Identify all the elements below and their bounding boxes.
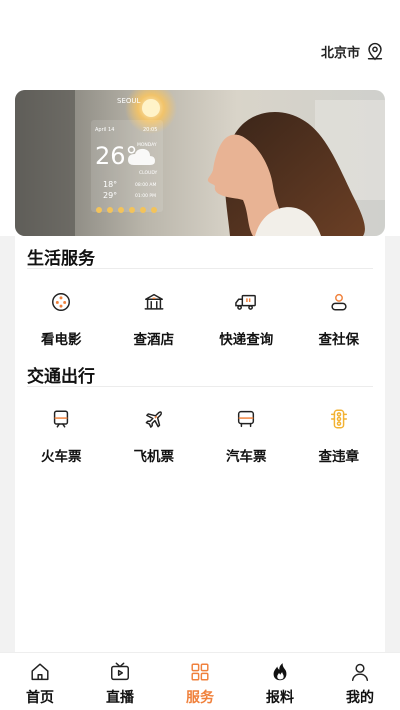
train-icon [49,407,73,431]
weather-city: SEOUL [117,97,140,105]
svg-text:01:00 PM: 01:00 PM [135,193,156,199]
svg-text:08:00 AM: 08:00 AM [135,182,156,188]
service-label: 火车票 [41,449,82,465]
section-title-life-services: 生活服务 [27,249,95,269]
svg-text:20:05: 20:05 [143,127,157,133]
location-selector[interactable]: 北京市 [321,40,386,62]
service-label: 查违章 [318,449,360,465]
bottom-tab-bar: 首页 直播 服务 报料 我的 [0,652,400,710]
service-label: 汽车票 [226,449,267,465]
service-flight-ticket[interactable]: 飞机票 [108,407,201,465]
tab-label: 直播 [106,690,134,706]
svg-text:CLOUDY: CLOUDY [139,170,158,176]
live-tv-icon [111,662,129,681]
service-label: 查社保 [318,332,360,348]
tab-label: 我的 [346,690,374,706]
service-express[interactable]: 快递查询 [200,290,293,348]
service-label: 看电影 [41,332,82,348]
service-label: 查酒店 [133,332,175,348]
tab-label: 首页 [26,690,54,706]
bus-icon [234,407,258,431]
transport-grid: 火车票 飞机票 汽车票 查违章 [15,407,385,465]
service-traffic-violation[interactable]: 查违章 [293,407,386,465]
service-hotel[interactable]: 查酒店 [108,290,201,348]
tab-live[interactable]: 直播 [80,653,160,710]
service-label: 快递查询 [219,332,274,348]
user-icon [351,663,369,681]
hotel-building-icon [142,290,166,314]
svg-text:MONDAY: MONDAY [137,142,157,148]
tab-services[interactable]: 服务 [160,653,240,710]
traffic-light-icon [327,407,351,431]
airplane-icon [142,407,166,431]
service-bus-ticket[interactable]: 汽车票 [200,407,293,465]
film-reel-icon [49,290,73,314]
grid-services-icon [191,663,209,681]
service-social-security[interactable]: 查社保 [293,290,386,348]
tab-label: 服务 [186,690,214,706]
svg-text:April 14: April 14 [95,127,114,133]
service-train-ticket[interactable]: 火车票 [15,407,108,465]
service-movie[interactable]: 看电影 [15,290,108,348]
divider [27,386,373,387]
tab-profile[interactable]: 我的 [320,653,400,710]
svg-text:18°: 18° [103,180,117,189]
location-pin-icon [367,42,383,61]
location-label: 北京市 [320,45,360,61]
tab-report[interactable]: 报料 [240,653,320,710]
section-title-transport: 交通出行 [27,367,95,387]
top-header: 北京市 [0,0,400,80]
tab-label: 报料 [266,690,294,706]
tab-home[interactable]: 首页 [0,653,80,710]
divider [27,268,373,269]
banner-carousel[interactable]: SEOUL April 14 20:05 26° MONDAY CLOUDY 1… [15,90,385,236]
svg-text:29°: 29° [103,191,117,200]
home-icon [31,663,49,681]
delivery-truck-icon [234,290,258,314]
flame-icon [273,663,287,681]
services-card: 生活服务 看电影 查酒店 快递查询 查社保 交通出行 火车票 飞机票 汽车票 查… [15,236,385,652]
life-services-grid: 看电影 查酒店 快递查询 查社保 [15,290,385,348]
person-icon [327,290,351,314]
banner-image: SEOUL April 14 20:05 26° MONDAY CLOUDY 1… [15,90,385,236]
service-label: 飞机票 [133,449,175,465]
